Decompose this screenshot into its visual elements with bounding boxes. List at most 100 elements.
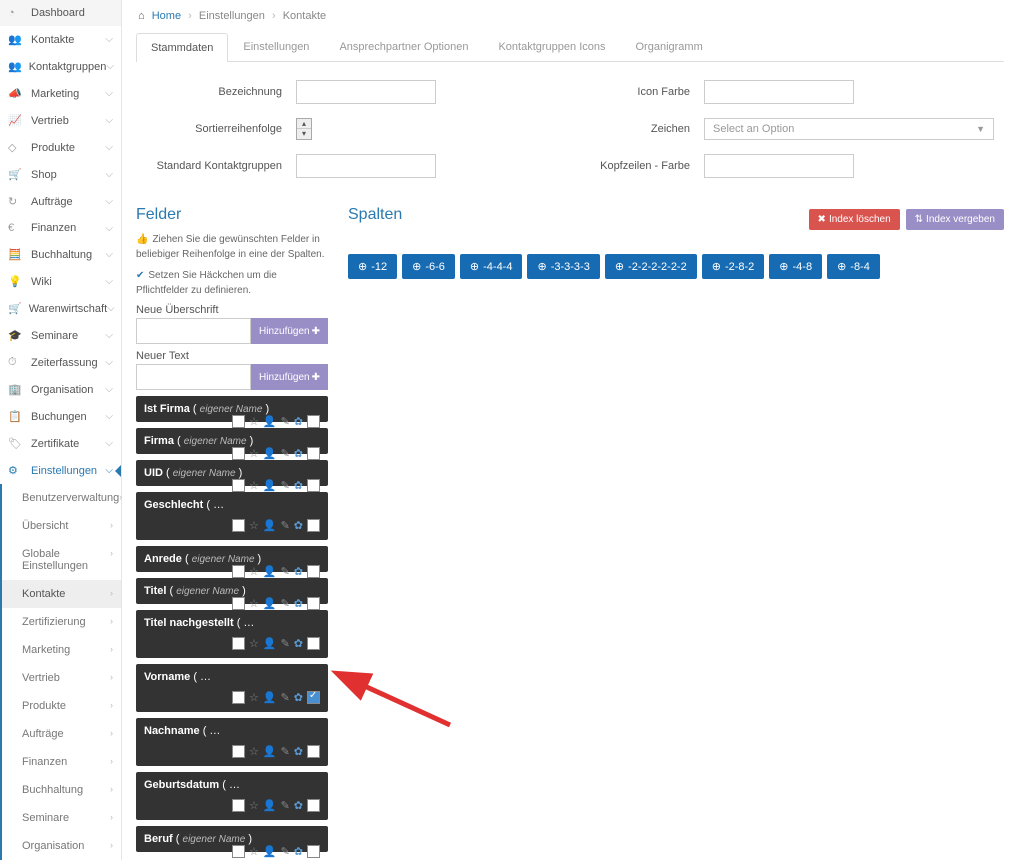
sidebar-sub-marketing[interactable]: Marketing› — [2, 636, 121, 664]
star-icon[interactable]: ☆ — [249, 565, 259, 578]
column-layout-button[interactable]: ⊕-2-8-2 — [702, 254, 765, 279]
gear-icon[interactable]: ✿ — [294, 565, 303, 578]
star-icon[interactable]: ☆ — [249, 691, 259, 704]
select-zeichen[interactable]: Select an Option▼ — [704, 118, 994, 140]
sidebar-sub-übersicht[interactable]: Übersicht› — [2, 512, 121, 540]
sidebar-item-wiki[interactable]: 💡Wiki⌵ — [0, 268, 121, 295]
sidebar-sub-produkte[interactable]: Produkte› — [2, 692, 121, 720]
sidebar-sub-globale einstellungen[interactable]: Globale Einstellungen› — [2, 540, 121, 580]
field-checkbox-2[interactable] — [307, 799, 320, 812]
input-neuer-text[interactable] — [136, 364, 251, 390]
breadcrumb-home[interactable]: Home — [152, 10, 181, 22]
field-checkbox-1[interactable] — [232, 519, 245, 532]
star-icon[interactable]: ☆ — [249, 845, 259, 858]
gear-icon[interactable]: ✿ — [294, 799, 303, 812]
field-checkbox-2[interactable] — [307, 845, 320, 858]
pencil-icon[interactable]: ✎ — [281, 479, 290, 492]
sidebar-item-kontaktgruppen[interactable]: 👥Kontaktgruppen⌵ — [0, 53, 121, 80]
field-checkbox-1[interactable] — [232, 415, 245, 428]
user-icon[interactable]: 👤 — [263, 799, 277, 812]
sidebar-item-shop[interactable]: 🛒Shop⌵ — [0, 161, 121, 188]
user-icon[interactable]: 👤 — [263, 565, 277, 578]
pencil-icon[interactable]: ✎ — [281, 637, 290, 650]
star-icon[interactable]: ☆ — [249, 479, 259, 492]
star-icon[interactable]: ☆ — [249, 597, 259, 610]
input-iconfarbe[interactable] — [704, 80, 854, 104]
index-reassign-button[interactable]: ⇅Index vergeben — [906, 209, 1004, 230]
field-card[interactable]: Firma ( eigener Name ) ☆ 👤 ✎ ✿ — [136, 428, 328, 454]
field-checkbox-2[interactable] — [307, 565, 320, 578]
user-icon[interactable]: 👤 — [263, 597, 277, 610]
gear-icon[interactable]: ✿ — [294, 637, 303, 650]
field-checkbox-2[interactable] — [307, 637, 320, 650]
user-icon[interactable]: 👤 — [263, 415, 277, 428]
field-card[interactable]: UID ( eigener Name ) ☆ 👤 ✎ ✿ — [136, 460, 328, 486]
field-checkbox-2[interactable] — [307, 745, 320, 758]
pencil-icon[interactable]: ✎ — [281, 799, 290, 812]
pencil-icon[interactable]: ✎ — [281, 565, 290, 578]
field-checkbox-1[interactable] — [232, 565, 245, 578]
user-icon[interactable]: 👤 — [263, 691, 277, 704]
field-checkbox-1[interactable] — [232, 479, 245, 492]
pencil-icon[interactable]: ✎ — [281, 597, 290, 610]
column-layout-button[interactable]: ⊕-3-3-3-3 — [527, 254, 599, 279]
sidebar-sub-buchhaltung[interactable]: Buchhaltung› — [2, 776, 121, 804]
field-card[interactable]: Vorname ( … ☆ 👤 ✎ ✿ — [136, 664, 328, 712]
sidebar-sub-seminare[interactable]: Seminare› — [2, 804, 121, 832]
sidebar-sub-zertifizierung[interactable]: Zertifizierung› — [2, 608, 121, 636]
column-layout-button[interactable]: ⊕-6-6 — [402, 254, 455, 279]
field-checkbox-2[interactable] — [307, 691, 320, 704]
pencil-icon[interactable]: ✎ — [281, 845, 290, 858]
pencil-icon[interactable]: ✎ — [281, 415, 290, 428]
user-icon[interactable]: 👤 — [263, 519, 277, 532]
sidebar-item-buchungen[interactable]: 📋Buchungen⌵ — [0, 403, 121, 430]
sidebar-item-zeiterfassung[interactable]: ⏱Zeiterfassung⌵ — [0, 349, 121, 376]
sidebar-item-marketing[interactable]: 📣Marketing⌵ — [0, 80, 121, 107]
user-icon[interactable]: 👤 — [263, 745, 277, 758]
sidebar-sub-organisation[interactable]: Organisation› — [2, 832, 121, 860]
column-layout-button[interactable]: ⊕-4-4-4 — [460, 254, 523, 279]
sidebar-item-vertrieb[interactable]: 📈Vertrieb⌵ — [0, 107, 121, 134]
tab-kontaktgruppen-icons[interactable]: Kontaktgruppen Icons — [483, 32, 620, 61]
field-card[interactable]: Geschlecht ( … ☆ 👤 ✎ ✿ — [136, 492, 328, 540]
gear-icon[interactable]: ✿ — [294, 691, 303, 704]
field-card[interactable]: Beruf ( eigener Name ) ☆ 👤 ✎ ✿ — [136, 826, 328, 852]
sidebar-item-aufträge[interactable]: ↻Aufträge⌵ — [0, 188, 121, 215]
pencil-icon[interactable]: ✎ — [281, 519, 290, 532]
sidebar-item-buchhaltung[interactable]: 🧮Buchhaltung⌵ — [0, 241, 121, 268]
field-checkbox-1[interactable] — [232, 799, 245, 812]
field-card[interactable]: Titel nachgestellt ( … ☆ 👤 ✎ ✿ — [136, 610, 328, 658]
sidebar-item-finanzen[interactable]: €Finanzen⌵ — [0, 215, 121, 241]
field-card[interactable]: Titel ( eigener Name ) ☆ 👤 ✎ ✿ — [136, 578, 328, 604]
field-checkbox-2[interactable] — [307, 479, 320, 492]
field-card[interactable]: Anrede ( eigener Name ) ☆ 👤 ✎ ✿ — [136, 546, 328, 572]
field-card[interactable]: Geburtsdatum ( … ☆ 👤 ✎ ✿ — [136, 772, 328, 820]
gear-icon[interactable]: ✿ — [294, 597, 303, 610]
field-card[interactable]: Ist Firma ( eigener Name ) ☆ 👤 ✎ ✿ — [136, 396, 328, 422]
column-layout-button[interactable]: ⊕-4-8 — [769, 254, 822, 279]
sidebar-sub-kontakte[interactable]: Kontakte› — [2, 580, 121, 608]
field-checkbox-2[interactable] — [307, 415, 320, 428]
tab-organigramm[interactable]: Organigramm — [621, 32, 718, 61]
input-standard[interactable] — [296, 154, 436, 178]
field-checkbox-1[interactable] — [232, 845, 245, 858]
stepper-down[interactable]: ▾ — [297, 129, 311, 139]
field-checkbox-2[interactable] — [307, 519, 320, 532]
stepper-up[interactable]: ▴ — [297, 119, 311, 129]
field-card[interactable]: Nachname ( … ☆ 👤 ✎ ✿ — [136, 718, 328, 766]
sidebar-sub-aufträge[interactable]: Aufträge› — [2, 720, 121, 748]
star-icon[interactable]: ☆ — [249, 637, 259, 650]
gear-icon[interactable]: ✿ — [294, 447, 303, 460]
input-neue-uberschrift[interactable] — [136, 318, 251, 344]
column-layout-button[interactable]: ⊕-2-2-2-2-2-2 — [605, 254, 697, 279]
user-icon[interactable]: 👤 — [263, 479, 277, 492]
gear-icon[interactable]: ✿ — [294, 415, 303, 428]
star-icon[interactable]: ☆ — [249, 447, 259, 460]
gear-icon[interactable]: ✿ — [294, 845, 303, 858]
pencil-icon[interactable]: ✎ — [281, 745, 290, 758]
star-icon[interactable]: ☆ — [249, 745, 259, 758]
user-icon[interactable]: 👤 — [263, 845, 277, 858]
gear-icon[interactable]: ✿ — [294, 519, 303, 532]
stepper-sortier[interactable]: ▴▾ — [296, 118, 312, 140]
gear-icon[interactable]: ✿ — [294, 745, 303, 758]
